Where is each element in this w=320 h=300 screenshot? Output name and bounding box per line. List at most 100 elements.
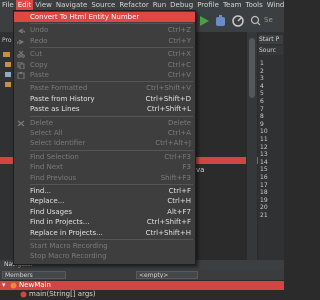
line-number: 14 — [260, 158, 268, 166]
menu-item-label: Stop Macro Recording — [30, 252, 107, 261]
menu-item-delete[interactable]: Delete Delete — [14, 118, 195, 128]
run-icon[interactable] — [196, 13, 212, 29]
menu-item-label: Find Selection — [30, 152, 79, 161]
menu-item-shortcut: Ctrl+Alt+J — [155, 139, 191, 148]
project-tree-icons — [3, 52, 11, 87]
menu-item-redo[interactable]: Redo Ctrl+Y — [14, 36, 195, 46]
line-number: 3 — [260, 75, 264, 83]
menu-item-paste[interactable]: Paste Ctrl+V — [14, 70, 195, 80]
menu-item-label: Select All — [30, 129, 63, 137]
menu-debug[interactable]: Debug — [168, 0, 195, 10]
menu-team[interactable]: Team — [221, 0, 244, 10]
menu-item-replace-in-projects[interactable]: Replace in Projects... Ctrl+Shift+H — [14, 228, 195, 238]
debug-icon[interactable] — [213, 13, 229, 29]
line-number: 15 — [260, 166, 268, 174]
menu-item-label: Paste — [30, 71, 49, 79]
menu-item-shortcut: Ctrl+H — [167, 197, 191, 206]
scrollbar-thumb[interactable] — [249, 38, 255, 98]
projects-tab-label[interactable]: Pro — [2, 37, 12, 44]
menu-item-select-all[interactable]: Select All Ctrl+A — [14, 128, 195, 138]
menu-item-label: Cut — [30, 50, 43, 59]
edit-menu: Convert To Html Entity Number Undo Ctrl+Z R… — [13, 10, 196, 265]
menu-refactor[interactable]: Refactor — [117, 0, 150, 10]
menu-item-select-identifier[interactable]: Select Identifier Ctrl+Alt+J — [14, 138, 195, 148]
profile-icon[interactable] — [230, 13, 246, 29]
menu-item-find-usages[interactable]: Find Usages Alt+F7 — [14, 207, 195, 217]
menu-navigate[interactable]: Navigate — [54, 0, 89, 10]
line-number: 16 — [260, 173, 268, 181]
navigator-panel: Navigator Members <empty> ▾ NewMain main… — [0, 260, 284, 300]
menu-item-shortcut: Ctrl+Shift+V — [146, 84, 191, 93]
menu-item-find-previous[interactable]: Find Previous Shift+F3 — [14, 173, 195, 183]
search-icon[interactable] — [250, 13, 262, 29]
menu-run[interactable]: Run — [151, 0, 168, 10]
line-number: 9 — [260, 120, 264, 128]
line-number: 11 — [260, 135, 268, 143]
menu-item-label: Start Macro Recording — [30, 242, 108, 250]
line-number: 19 — [260, 196, 268, 204]
tab-start-page[interactable]: Start P — [259, 35, 283, 44]
menu-tools[interactable]: Tools — [243, 0, 264, 10]
menu-separator — [30, 115, 193, 117]
menu-item-label: Redo — [30, 36, 48, 45]
menu-item-label: Convert To Html Entity Number — [30, 13, 140, 21]
menu-item-label: Replace in Projects... — [30, 228, 103, 237]
menu-item-find[interactable]: Find... Ctrl+F — [14, 186, 195, 196]
line-number: 13 — [260, 151, 268, 159]
menu-item-label: Find Usages — [30, 207, 73, 216]
editor-scrollbar[interactable] — [246, 32, 257, 260]
copy-icon — [17, 61, 25, 69]
line-number: 1 — [260, 60, 264, 67]
line-number: 12 — [260, 143, 268, 151]
menu-item-shortcut: Ctrl+A — [167, 129, 191, 137]
menu-item-shortcut: Ctrl+C — [167, 60, 191, 69]
menu-source[interactable]: Source — [89, 0, 117, 10]
tree-child-label: main(String[] args) — [29, 290, 96, 298]
cut-icon — [17, 51, 25, 58]
menu-item-undo[interactable]: Undo Ctrl+Z — [14, 25, 195, 35]
collapse-icon[interactable]: ▾ — [2, 281, 6, 290]
menu-item-label: Find... — [30, 187, 52, 195]
menu-item-copy[interactable]: Copy Ctrl+C — [14, 60, 195, 70]
menu-item-start-macro-recording[interactable]: Start Macro Recording — [14, 241, 195, 251]
menu-item-stop-macro-recording[interactable]: Stop Macro Recording — [14, 251, 195, 261]
menu-edit[interactable]: Edit — [15, 0, 34, 10]
menu-separator — [30, 239, 193, 240]
tree-root-label: NewMain — [19, 281, 51, 289]
menu-separator — [30, 23, 193, 25]
menu-item-shortcut: Delete — [168, 118, 191, 127]
menu-item-paste-as-lines[interactable]: Paste as Lines Ctrl+Shift+L — [14, 104, 195, 114]
menu-separator — [30, 81, 193, 83]
line-number: 18 — [260, 189, 268, 197]
menu-item-shortcut: F3 — [182, 163, 191, 172]
filter-combo[interactable]: <empty> — [136, 271, 198, 279]
tab-source[interactable]: Sourc — [259, 46, 283, 55]
menu-item-label: Paste as Lines — [30, 105, 80, 114]
menu-item-label: Paste Formatted — [30, 84, 88, 93]
menu-view[interactable]: View — [33, 0, 54, 10]
menu-item-label: Paste from History — [30, 94, 95, 103]
menu-item-find-next[interactable]: Find Next F3 — [14, 162, 195, 172]
tree-class-row[interactable]: ▾ NewMain — [0, 281, 284, 290]
menu-profile[interactable]: Profile — [195, 0, 221, 10]
menu-item-paste-formatted[interactable]: Paste Formatted Ctrl+Shift+V — [14, 83, 195, 93]
members-combo[interactable]: Members — [2, 271, 66, 279]
editor-text-fragment: va — [196, 166, 205, 174]
menu-item-label: Find Next — [30, 163, 63, 172]
tree-method-row[interactable]: main(String[] args) — [0, 290, 284, 299]
menu-item-shortcut: Shift+F3 — [160, 173, 191, 182]
redo-icon — [17, 39, 25, 45]
search-field-hint[interactable]: Se — [264, 16, 273, 24]
menu-window[interactable]: Wind — [265, 0, 287, 10]
menu-item-find-in-projects[interactable]: Find in Projects... Ctrl+Shift+F — [14, 217, 195, 227]
line-number: 20 — [260, 204, 268, 212]
menu-separator — [30, 149, 193, 151]
menu-item-cut[interactable]: Cut Ctrl+X — [14, 49, 195, 59]
line-number: 6 — [260, 97, 264, 105]
menu-item-paste-from-history[interactable]: Paste from History Ctrl+Shift+D — [14, 94, 195, 104]
menu-item-convert-to-html-entity-number[interactable]: Convert To Html Entity Number — [14, 12, 195, 23]
menu-file[interactable]: File — [0, 0, 16, 10]
line-number: 5 — [260, 90, 264, 98]
menu-item-find-selection[interactable]: Find Selection Ctrl+F3 — [14, 152, 195, 162]
menu-item-replace[interactable]: Replace... Ctrl+H — [14, 196, 195, 206]
